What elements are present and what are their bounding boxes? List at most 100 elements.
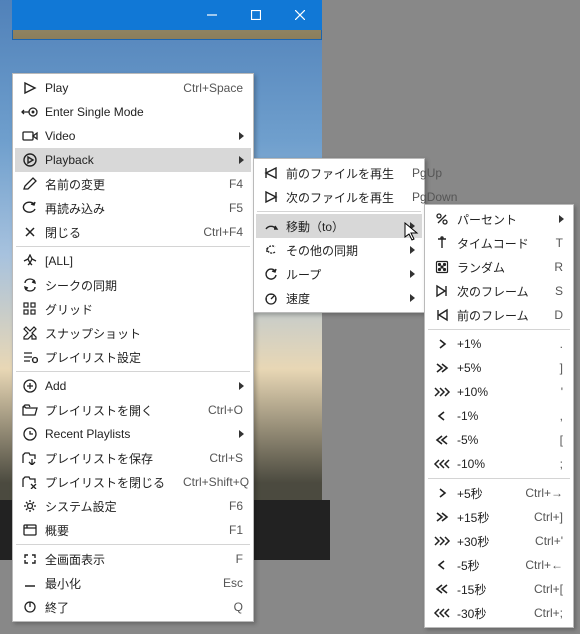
moveto-menu-item[interactable]: ランダムR bbox=[427, 255, 571, 279]
playback-menu-item[interactable]: 前のファイルを再生PgUp bbox=[256, 161, 422, 185]
moveto-menu-item[interactable]: -5%[ bbox=[427, 428, 571, 452]
menu-item-shortcut: . bbox=[542, 337, 567, 351]
main-menu-item[interactable]: プレイリストを保存Ctrl+S bbox=[15, 446, 251, 470]
menu-separator bbox=[428, 329, 570, 330]
context-menu-main[interactable]: PlayCtrl+Space Enter Single Mode Video Play… bbox=[12, 73, 254, 622]
r2-icon bbox=[431, 361, 453, 375]
menu-item-label: +15秒 bbox=[453, 509, 516, 526]
menu-item-label: 最小化 bbox=[41, 575, 205, 592]
main-menu-item[interactable]: スナップショット bbox=[15, 321, 251, 345]
moveto-menu-item[interactable]: タイムコードT bbox=[427, 231, 571, 255]
closepl-icon bbox=[19, 475, 41, 489]
submenu-move-to[interactable]: パーセントタイムコードTランダムR次のフレームS前のフレームD+1%.+5%]+… bbox=[424, 204, 574, 628]
main-menu-item[interactable]: プレイリストを閉じるCtrl+Shift+Q bbox=[15, 470, 251, 494]
main-menu-item[interactable]: PlayCtrl+Space bbox=[15, 76, 251, 100]
main-menu-item[interactable]: 終了Q bbox=[15, 595, 251, 619]
moveto-icon bbox=[260, 219, 282, 233]
main-menu-item[interactable]: プレイリスト設定 bbox=[15, 345, 251, 369]
main-menu-item[interactable]: Recent Playlists bbox=[15, 422, 251, 446]
moveto-menu-item[interactable]: 前のフレームD bbox=[427, 303, 571, 327]
grid-icon bbox=[19, 302, 41, 316]
playback-menu-item[interactable]: ループ bbox=[256, 262, 422, 286]
main-menu-item[interactable]: 最小化Esc bbox=[15, 571, 251, 595]
menu-item-label: 終了 bbox=[41, 599, 216, 616]
window-close-button[interactable] bbox=[278, 0, 322, 30]
moveto-menu-item[interactable]: +1%. bbox=[427, 332, 571, 356]
playback-menu-item[interactable]: 移動（to） bbox=[256, 214, 422, 238]
main-menu-item[interactable]: Add bbox=[15, 374, 251, 398]
menu-item-shortcut: F4 bbox=[211, 177, 247, 191]
menu-item-label: Enter Single Mode bbox=[41, 105, 247, 119]
menu-item-shortcut: S bbox=[537, 284, 567, 298]
submenu-arrow-icon bbox=[235, 429, 247, 439]
single-icon bbox=[19, 105, 41, 119]
r3-icon bbox=[431, 534, 453, 548]
main-menu-item[interactable]: シークの同期 bbox=[15, 273, 251, 297]
main-menu-item[interactable]: 閉じるCtrl+F4 bbox=[15, 220, 251, 244]
menu-item-label: その他の同期 bbox=[282, 242, 406, 259]
menu-item-label: Playback bbox=[41, 153, 235, 167]
submenu-arrow-icon bbox=[235, 131, 247, 141]
play-icon bbox=[19, 81, 41, 95]
main-menu-item[interactable]: Video bbox=[15, 124, 251, 148]
othersync-icon bbox=[260, 243, 282, 257]
menu-item-shortcut: Ctrl+Shift+Q bbox=[165, 475, 253, 489]
window-minimize-button[interactable] bbox=[190, 0, 234, 30]
menu-item-label: グリッド bbox=[41, 301, 247, 318]
l3-icon bbox=[431, 606, 453, 620]
menu-item-label: Play bbox=[41, 81, 165, 95]
menu-item-label: +5秒 bbox=[453, 485, 507, 502]
submenu-arrow-icon bbox=[235, 155, 247, 165]
moveto-menu-item[interactable]: 次のフレームS bbox=[427, 279, 571, 303]
menu-item-shortcut: F5 bbox=[211, 201, 247, 215]
playback-menu-item[interactable]: その他の同期 bbox=[256, 238, 422, 262]
moveto-menu-item[interactable]: +5秒Ctrl+→ bbox=[427, 481, 571, 505]
menu-item-label: プレイリスト設定 bbox=[41, 349, 247, 366]
menu-item-label: 前のフレーム bbox=[453, 307, 536, 324]
window-maximize-button[interactable] bbox=[234, 0, 278, 30]
moveto-menu-item[interactable]: -30秒Ctrl+; bbox=[427, 601, 571, 625]
main-menu-item[interactable]: [ALL] bbox=[15, 249, 251, 273]
main-menu-item[interactable]: システム設定F6 bbox=[15, 494, 251, 518]
menu-item-shortcut: Ctrl+' bbox=[517, 534, 567, 548]
moveto-menu-item[interactable]: +10%' bbox=[427, 380, 571, 404]
playback-menu-item[interactable]: 次のファイルを再生PgDown bbox=[256, 185, 422, 209]
r2-icon bbox=[431, 510, 453, 524]
menu-item-shortcut: Ctrl+S bbox=[191, 451, 247, 465]
menu-separator bbox=[16, 371, 250, 372]
moveto-menu-item[interactable]: +30秒Ctrl+' bbox=[427, 529, 571, 553]
info-icon bbox=[19, 523, 41, 537]
full-icon bbox=[19, 552, 41, 566]
menu-item-label: 名前の変更 bbox=[41, 176, 211, 193]
main-menu-item[interactable]: Playback bbox=[15, 148, 251, 172]
moveto-menu-item[interactable]: -10%; bbox=[427, 452, 571, 476]
main-menu-item[interactable]: 全画面表示F bbox=[15, 547, 251, 571]
recent-icon bbox=[19, 427, 41, 441]
moveto-menu-item[interactable]: パーセント bbox=[427, 207, 571, 231]
menu-item-label: -15秒 bbox=[453, 581, 516, 598]
moveto-menu-item[interactable]: +15秒Ctrl+] bbox=[427, 505, 571, 529]
main-menu-item[interactable]: 再読み込みF5 bbox=[15, 196, 251, 220]
video-icon bbox=[19, 129, 41, 143]
moveto-menu-item[interactable]: -1%, bbox=[427, 404, 571, 428]
submenu-playback[interactable]: 前のファイルを再生PgUp次のファイルを再生PgDown 移動（to） その他の同期… bbox=[253, 158, 425, 313]
main-menu-item[interactable]: グリッド bbox=[15, 297, 251, 321]
moveto-menu-item[interactable]: +5%] bbox=[427, 356, 571, 380]
main-menu-item[interactable]: Enter Single Mode bbox=[15, 100, 251, 124]
menu-item-label: +1% bbox=[453, 337, 542, 351]
save-icon bbox=[19, 451, 41, 465]
playback-icon bbox=[19, 153, 41, 167]
main-menu-item[interactable]: プレイリストを開くCtrl+O bbox=[15, 398, 251, 422]
menu-item-shortcut: Esc bbox=[205, 576, 247, 590]
main-menu-item[interactable]: 名前の変更F4 bbox=[15, 172, 251, 196]
pct-icon bbox=[431, 212, 453, 226]
menu-item-label: -30秒 bbox=[453, 605, 516, 622]
main-menu-item[interactable]: 概要F1 bbox=[15, 518, 251, 542]
prevf-icon bbox=[431, 308, 453, 322]
menu-item-label: -10% bbox=[453, 457, 542, 471]
playback-menu-item[interactable]: 速度 bbox=[256, 286, 422, 310]
moveto-menu-item[interactable]: -5秒Ctrl+← bbox=[427, 553, 571, 577]
moveto-menu-item[interactable]: -15秒Ctrl+[ bbox=[427, 577, 571, 601]
menu-item-label: [ALL] bbox=[41, 254, 247, 268]
menu-item-shortcut: Ctrl+→ bbox=[507, 486, 567, 500]
